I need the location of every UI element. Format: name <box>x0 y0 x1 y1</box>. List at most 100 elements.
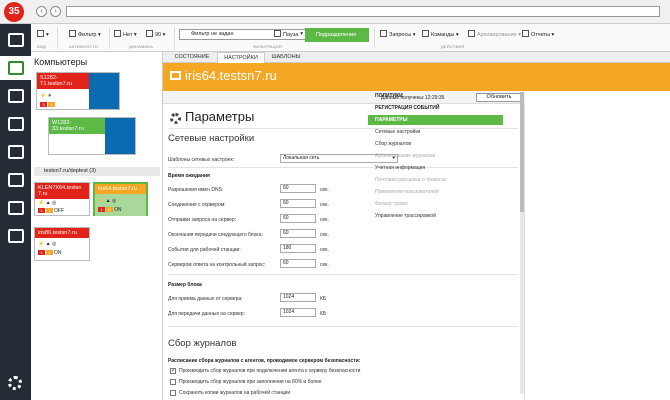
home-icon <box>7 33 24 47</box>
menu-account-info[interactable]: Учетная информация <box>368 163 503 173</box>
view-icon <box>37 30 44 37</box>
unit: сек. <box>320 232 329 238</box>
unit: сек. <box>320 247 329 253</box>
sidebar-download[interactable] <box>0 84 31 108</box>
computer-name: S1282- T1.testsn7.ru <box>37 73 91 89</box>
logs-check-80-label: Производить сбор журналов при заполнении… <box>179 379 322 385</box>
tile-icons: ⚡ ✳ <box>40 93 52 99</box>
tile-counters: 31 <box>40 102 56 108</box>
dynamics-button[interactable]: Нет ▾ <box>114 29 137 41</box>
computer-name: W1282- 33.testsn7.ru <box>49 118 107 134</box>
tile-counters: 1 0 ON <box>98 207 122 213</box>
unit: сек. <box>320 217 329 223</box>
unit: сек. <box>320 262 329 268</box>
computer-tile[interactable]: KLEN7X64.testsn 7.ru ⚡ ▲ ◎ 1 1 OFF <box>34 182 90 216</box>
filter-button[interactable]: Фильтр ▾ <box>69 29 101 41</box>
logs-check-copy[interactable] <box>170 390 176 396</box>
address-field[interactable] <box>66 6 660 17</box>
scrollbar[interactable] <box>520 92 524 394</box>
menu-alarm-filter[interactable]: Фильтр тревог <box>368 199 503 209</box>
sidebar-journal[interactable] <box>0 112 31 136</box>
commands-icon <box>422 30 429 37</box>
menu-policies[interactable]: ПОЛИТИКИ <box>368 91 503 101</box>
tab-state[interactable]: СОСТОЯНИЕ <box>167 52 217 63</box>
unit: сек. <box>320 187 329 193</box>
sidebar-home[interactable] <box>0 28 31 52</box>
requests-button[interactable]: Запросы ▾ <box>380 29 415 41</box>
unit: сек. <box>320 202 329 208</box>
unit: КБ <box>320 311 327 317</box>
pause-icon <box>274 30 281 37</box>
menu-user-privileges[interactable]: Привилегии пользователей <box>368 187 503 197</box>
tab-templates[interactable]: ШАБЛОНЫ <box>265 52 307 63</box>
subdivision-button[interactable]: Подразделения <box>305 28 369 42</box>
wait-control-input[interactable]: 60 <box>280 259 316 268</box>
scrollbar-thumb[interactable] <box>520 92 524 212</box>
logs-check-80[interactable] <box>170 379 176 385</box>
sidebar-clipboard[interactable] <box>0 224 31 248</box>
logs-subtitle: Расписание сбора журналов с агентов, про… <box>168 358 361 364</box>
journal-icon <box>7 117 24 131</box>
reports-button[interactable]: Отчеты ▾ <box>522 29 554 41</box>
view-button[interactable]: ▾ <box>37 29 49 41</box>
copy-icon <box>7 173 24 187</box>
group-header[interactable]: testsn7.ru/deptest (3) <box>34 167 160 176</box>
menu-events[interactable]: РЕГИСТРАЦИЯ СОБЫТИЙ <box>368 103 503 113</box>
computers-icon <box>7 61 24 75</box>
toolbar: ▾ ВИД Фильтр ▾ АКТИВНОСТИ Нет ▾ 90 ▾ ДИН… <box>31 24 670 52</box>
archive-icon <box>468 30 475 37</box>
computer-tile-selected[interactable]: iris64.testsn7.ru ⚡ ▲ ◎ 1 0 ON <box>93 182 148 216</box>
dynamics-icon <box>114 30 121 37</box>
archiving-button[interactable]: Архивирование ▾ <box>468 29 521 41</box>
monitor-icon <box>170 71 181 80</box>
dynamics-group-label: ДИНАМИКА <box>129 44 153 49</box>
sidebar-computers[interactable] <box>0 56 31 80</box>
view-group-label: ВИД <box>37 44 46 49</box>
sidebar-copy[interactable] <box>0 168 31 192</box>
reports-icon <box>522 30 529 37</box>
templates-label: Шаблоны сетевых настроек: <box>168 157 235 163</box>
divider <box>168 274 518 275</box>
commands-button[interactable]: Команды ▾ <box>422 29 459 41</box>
wait-connect-input[interactable]: 60 <box>280 199 316 208</box>
wait-events-input[interactable]: 180 <box>280 244 316 253</box>
wait-block-input[interactable]: 60 <box>280 229 316 238</box>
block-send-input[interactable]: 1024 <box>280 308 316 317</box>
wait-dns-input[interactable]: 60 <box>280 184 316 193</box>
clipboard-icon <box>7 229 24 243</box>
settings-gear-icon[interactable] <box>8 376 22 390</box>
tile-icons: ⚡ ▲ ◎ <box>38 200 57 206</box>
menu-log-archive[interactable]: Архивирование журналов <box>368 151 503 161</box>
sidebar-devices[interactable] <box>0 140 31 164</box>
logs-check-copy-label: Сохранять копии журналов на рабочей стан… <box>179 390 291 396</box>
sidebar-servers[interactable] <box>0 196 31 220</box>
computer-tile[interactable]: S1282- T1.testsn7.ru ⚡ ✳ 31 <box>36 72 120 110</box>
wait-label-connect: Соединения с сервером: <box>168 202 226 208</box>
logs-check-connect-label: Производить сбор журналов при подключени… <box>179 368 361 374</box>
page-title: Параметры <box>185 109 255 124</box>
wait-send-input[interactable]: 60 <box>280 214 316 223</box>
requests-icon <box>380 30 387 37</box>
back-button[interactable]: ‹ <box>36 6 47 17</box>
pause-button[interactable]: Пауза <box>274 29 298 41</box>
computer-status-block <box>89 73 119 109</box>
menu-log-collect[interactable]: Сбор журналов <box>368 139 503 149</box>
computer-status-block <box>105 118 135 154</box>
wait-label-control: Сервером ответа на контрольный запрос: <box>168 262 266 268</box>
filtration-group-label: ФИЛЬТРАЦИЯ <box>253 44 282 49</box>
computer-tile[interactable]: iris86.testsn7.ru ⚡ ▲ ◎ 1 1 ON <box>34 227 90 261</box>
computer-tile[interactable]: W1282- 33.testsn7.ru <box>48 117 136 155</box>
logs-check-connect[interactable]: ✓ <box>170 368 176 374</box>
actions-group-label: ДЕЙСТВИЯ <box>441 44 465 49</box>
menu-tracing[interactable]: Управление трассировкой <box>368 211 503 221</box>
computer-name: iris64.testsn7.ru <box>95 184 146 194</box>
zoom-button[interactable]: 90 ▾ <box>146 29 165 41</box>
tab-settings[interactable]: НАСТРОЙКИ <box>217 52 265 63</box>
block-receive-input[interactable]: 1024 <box>280 293 316 302</box>
toolbar-separator <box>57 27 58 49</box>
menu-parameters[interactable]: ПАРАМЕТРЫ <box>368 115 503 125</box>
forward-button[interactable]: › <box>50 6 61 17</box>
download-icon <box>7 89 24 103</box>
menu-net-settings[interactable]: Сетевые настройки <box>368 127 503 137</box>
menu-alarm-mail[interactable]: Почтовая рассылка о тревогах <box>368 175 503 185</box>
